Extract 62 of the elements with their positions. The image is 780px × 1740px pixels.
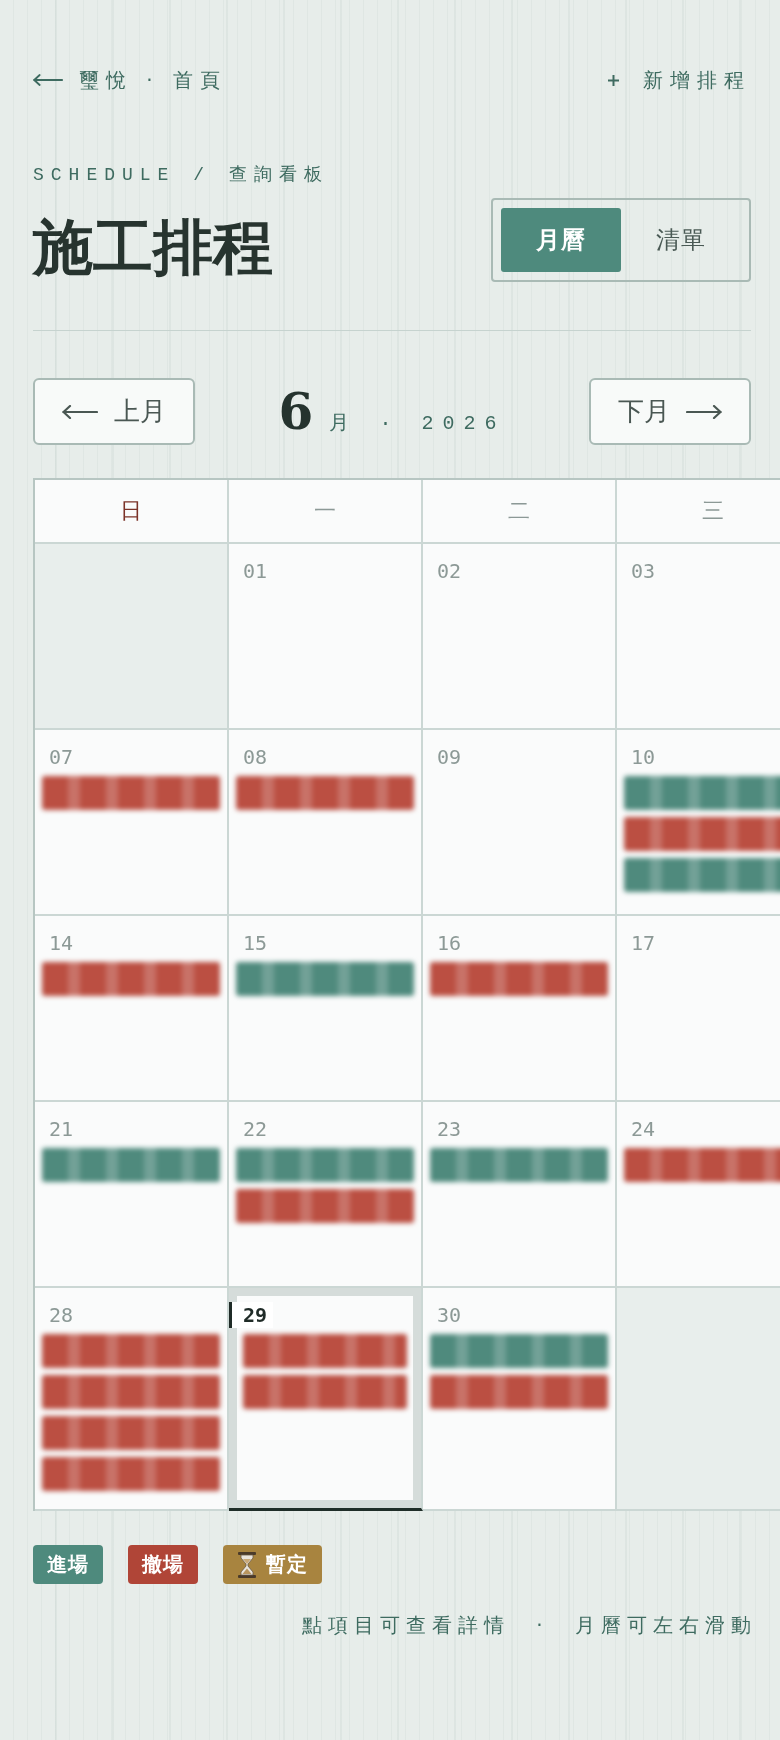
back-arrow-icon	[33, 73, 63, 87]
day-number: 15	[242, 930, 268, 956]
blurred-event-bar[interactable]	[243, 1375, 407, 1409]
blurred-event-bar[interactable]	[42, 962, 220, 996]
blurred-event-bar[interactable]	[624, 817, 780, 851]
day-number: 29	[229, 1302, 274, 1328]
blurred-event-bar[interactable]	[42, 1148, 220, 1182]
blurred-event-bar[interactable]	[236, 776, 414, 810]
legend-tag: 暫定	[223, 1545, 322, 1584]
right-arrow-icon	[686, 404, 722, 419]
blurred-event-bar[interactable]	[243, 1334, 407, 1368]
day-number: 09	[436, 744, 462, 770]
blurred-event-bar[interactable]	[236, 1148, 414, 1182]
day-number: 07	[48, 744, 74, 770]
blurred-event-bar[interactable]	[430, 962, 608, 996]
day-number: 03	[630, 558, 656, 584]
day-number: 10	[630, 744, 656, 770]
hourglass-icon	[237, 1551, 257, 1578]
day-number: 23	[436, 1116, 462, 1142]
day-number: 02	[436, 558, 462, 584]
weekday-header: 日	[35, 480, 229, 544]
next-month-button[interactable]: 下月	[589, 378, 751, 445]
page-title: 施工排程	[33, 214, 274, 280]
blurred-event-bar[interactable]	[42, 776, 220, 810]
legend-tag: 撤場	[128, 1545, 198, 1584]
left-arrow-icon	[62, 404, 98, 419]
month-year-label: 月 · 2026	[329, 410, 506, 436]
blurred-event-bar[interactable]	[624, 858, 780, 892]
blurred-event-bar[interactable]	[430, 1375, 608, 1409]
blurred-event-bar[interactable]	[430, 1148, 608, 1182]
blurred-event-bar[interactable]	[42, 1334, 220, 1368]
usage-hint: 點項目可查看詳情 · 月曆可左右滑動	[300, 1612, 757, 1638]
weekday-header: 二	[423, 480, 617, 544]
day-number: 08	[242, 744, 268, 770]
blurred-event-bar[interactable]	[236, 962, 414, 996]
view-tab[interactable]: 月曆	[501, 208, 621, 272]
month-number: 6	[278, 381, 314, 442]
day-number: 14	[48, 930, 74, 956]
day-number: 01	[242, 558, 268, 584]
day-number: 22	[242, 1116, 268, 1142]
day-number: 24	[630, 1116, 656, 1142]
weekday-header: 一	[229, 480, 423, 544]
blurred-event-bar[interactable]	[236, 1189, 414, 1223]
day-number: 30	[436, 1302, 462, 1328]
blurred-event-bar[interactable]	[42, 1457, 220, 1491]
day-number: 28	[48, 1302, 74, 1328]
view-tab[interactable]: 清單	[621, 208, 741, 272]
breadcrumb-label: SCHEDULE / 查詢看板	[33, 164, 329, 187]
add-schedule-link[interactable]: 新增排程	[608, 67, 751, 93]
home-link[interactable]: 璽悅 · 首頁	[33, 67, 228, 93]
previous-month-button[interactable]: 上月	[33, 378, 195, 445]
plus-icon	[608, 74, 619, 86]
day-number: 21	[48, 1116, 74, 1142]
day-number: 17	[630, 930, 656, 956]
blurred-event-bar[interactable]	[624, 776, 780, 810]
blurred-event-bar[interactable]	[624, 1148, 780, 1182]
day-number: 16	[436, 930, 462, 956]
blurred-event-bar[interactable]	[430, 1334, 608, 1368]
legend-tag: 進場	[33, 1545, 103, 1584]
weekday-header: 三	[617, 480, 780, 544]
blurred-event-bar[interactable]	[42, 1375, 220, 1409]
blurred-event-bar[interactable]	[42, 1416, 220, 1450]
